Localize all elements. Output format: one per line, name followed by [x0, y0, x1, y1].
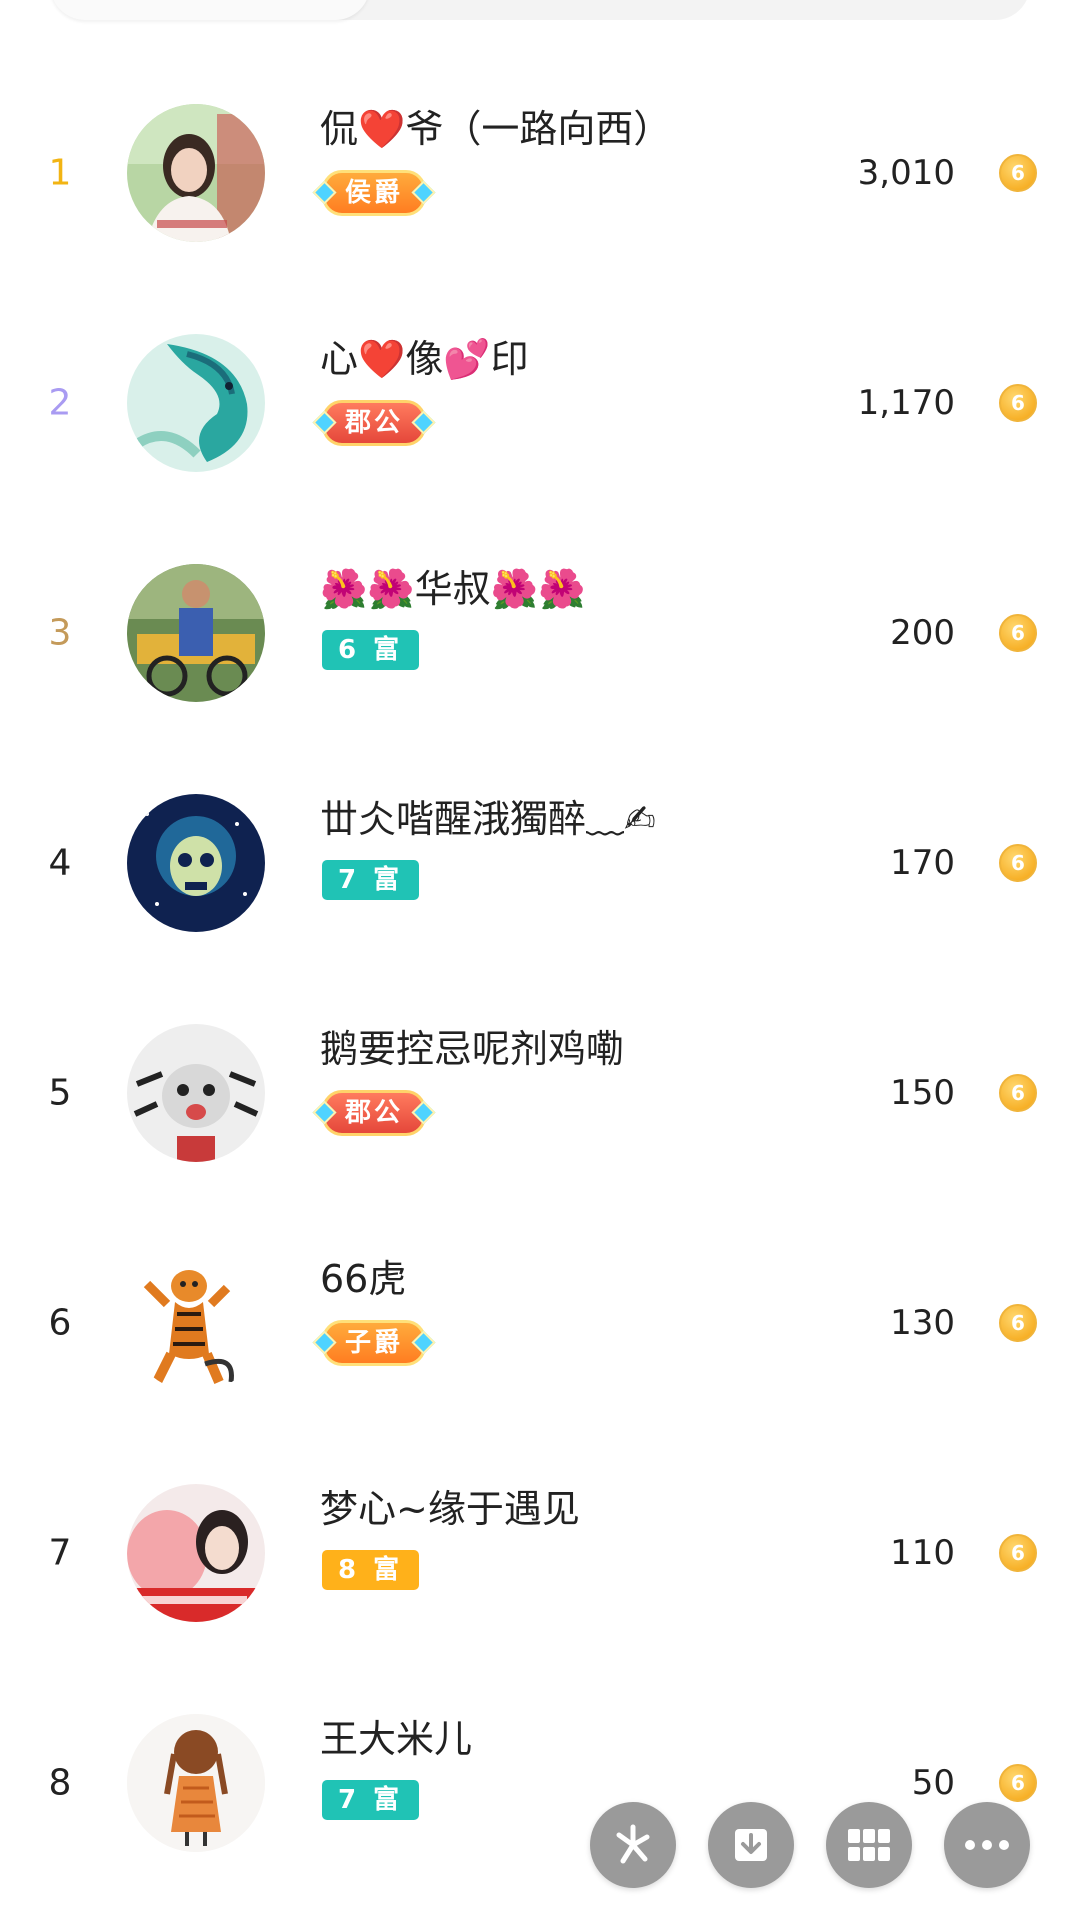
rank-number: 1	[48, 152, 72, 194]
more-dots-icon	[965, 1840, 1009, 1850]
user-nickname: 侃❤️爷（一路向西）	[320, 107, 672, 151]
avatar[interactable]	[127, 1254, 265, 1392]
leaderboard-row[interactable]: 3 🌺🌺华叔🌺🌺 6 富 200 6	[0, 518, 1080, 748]
leaderboard-row[interactable]: 6 66虎 子爵 130 6	[0, 1208, 1080, 1438]
gold-coin-icon: 6	[999, 154, 1037, 192]
noble-badge: 郡公	[312, 400, 436, 446]
gold-coin-icon: 6	[999, 614, 1037, 652]
wealth-level-badge: 7 富	[322, 860, 420, 900]
rank-number: 5	[48, 1072, 72, 1114]
score-value: 110	[890, 1533, 955, 1573]
leaderboard-row[interactable]: 7 梦心~缘于遇见 8 富 110 6	[0, 1438, 1080, 1668]
top-tab-bar	[50, 0, 1030, 20]
gold-coin-icon: 6	[999, 384, 1037, 422]
avatar[interactable]	[127, 794, 265, 932]
rank-number: 8	[48, 1762, 72, 1804]
share-pinwheel-button[interactable]	[590, 1802, 676, 1888]
download-button[interactable]	[708, 1802, 794, 1888]
rank-number: 2	[48, 382, 72, 424]
user-nickname: 丗仌喈醒涐獨醉﹏✍	[320, 797, 656, 841]
rank-number: 4	[48, 842, 72, 884]
score-value: 1,170	[857, 383, 955, 423]
noble-badge: 郡公	[312, 1090, 436, 1136]
top-tab-active[interactable]	[50, 0, 370, 20]
leaderboard-row[interactable]: 5 鹅要控忌呢剂鸡嘞 郡公 150 6	[0, 978, 1080, 1208]
leaderboard-row[interactable]: 1 侃❤️爷（一路向西） 侯爵 3,010 6	[0, 58, 1080, 288]
user-nickname: 梦心~缘于遇见	[320, 1487, 580, 1531]
rank-number: 7	[48, 1532, 72, 1574]
score-value: 130	[890, 1303, 955, 1343]
leaderboard-row[interactable]: 2 心❤️像💕印 郡公 1,170 6	[0, 288, 1080, 518]
wealth-level-badge: 7 富	[322, 1780, 420, 1820]
user-nickname: 鹅要控忌呢剂鸡嘞	[320, 1027, 625, 1071]
gold-coin-icon: 6	[999, 1534, 1037, 1572]
score-value: 50	[911, 1763, 955, 1803]
avatar[interactable]	[127, 1024, 265, 1162]
rank-number: 6	[48, 1302, 72, 1344]
gold-coin-icon: 6	[999, 1304, 1037, 1342]
score-value: 200	[890, 613, 955, 653]
user-nickname: 王大米儿	[320, 1717, 473, 1761]
avatar[interactable]	[127, 104, 265, 242]
user-nickname: 🌺🌺华叔🌺🌺	[320, 567, 586, 611]
user-nickname: 心❤️像💕印	[320, 337, 529, 381]
noble-badge: 侯爵	[312, 170, 436, 216]
score-value: 150	[890, 1073, 955, 1113]
avatar[interactable]	[127, 1714, 265, 1852]
gold-coin-icon: 6	[999, 844, 1037, 882]
leaderboard-row[interactable]: 8 王大米儿 7 富 50 6	[0, 1668, 1080, 1898]
score-value: 3,010	[857, 153, 955, 193]
grid-menu-button[interactable]	[826, 1802, 912, 1888]
user-nickname: 66虎	[320, 1257, 407, 1301]
gold-coin-icon: 6	[999, 1074, 1037, 1112]
score-value: 170	[890, 843, 955, 883]
leaderboard-row[interactable]: 4 丗仌喈醒涐獨醉﹏✍ 7 富 170 6	[0, 748, 1080, 978]
wealth-level-badge: 6 富	[322, 630, 420, 670]
rank-number: 3	[48, 612, 72, 654]
download-icon	[735, 1829, 767, 1861]
wealth-level-badge: 8 富	[322, 1550, 420, 1590]
avatar[interactable]	[127, 334, 265, 472]
more-button[interactable]	[944, 1802, 1030, 1888]
share-pinwheel-icon	[616, 1824, 650, 1864]
avatar[interactable]	[127, 564, 265, 702]
grid-menu-icon	[848, 1829, 890, 1861]
avatar[interactable]	[127, 1484, 265, 1622]
noble-badge: 子爵	[312, 1320, 436, 1366]
gold-coin-icon: 6	[999, 1764, 1037, 1802]
